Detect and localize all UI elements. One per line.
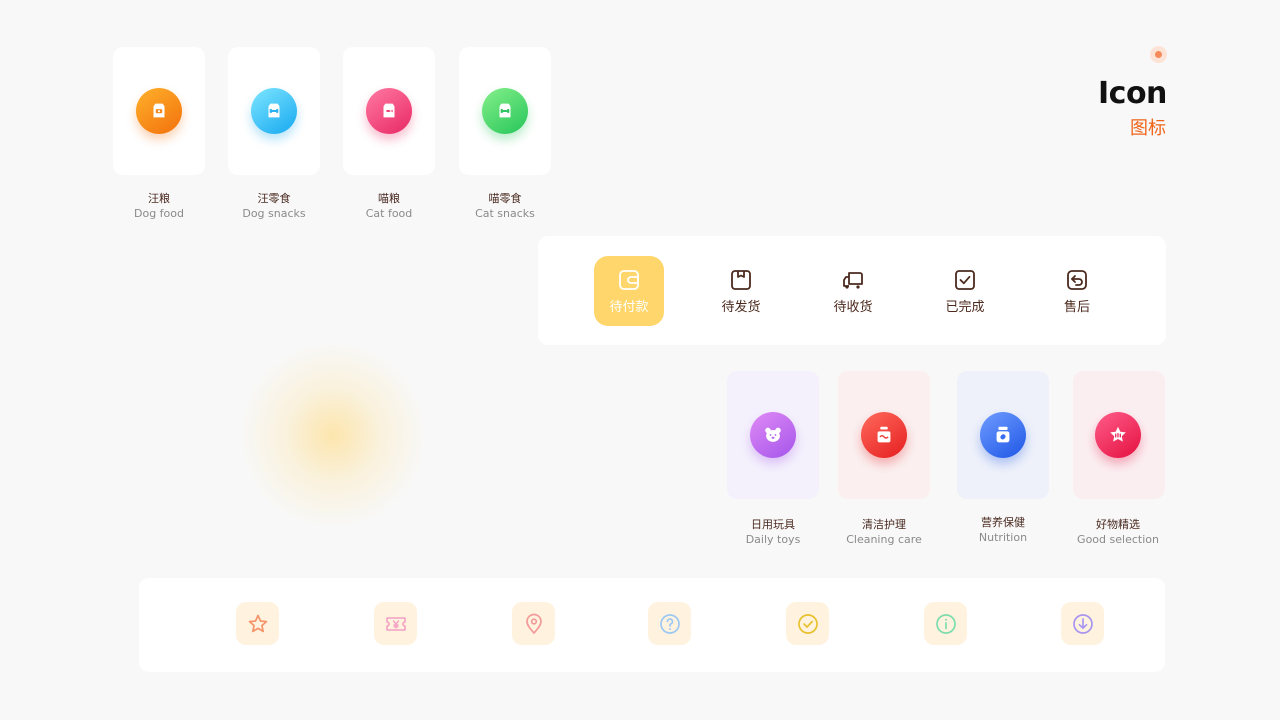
dog-food-bag-icon: [136, 88, 182, 134]
pet-card-cat-snacks[interactable]: [459, 47, 551, 175]
pet-card-sublabel: Cat food: [365, 207, 413, 220]
category-sublabel: Cleaning care: [846, 533, 922, 546]
star-icon[interactable]: [236, 602, 279, 645]
category-sublabel: Daily toys: [745, 533, 801, 546]
location-pin-icon[interactable]: [512, 602, 555, 645]
wallet-icon: [619, 269, 639, 290]
check-circle-icon[interactable]: [786, 602, 829, 645]
category-card-nutrition[interactable]: [957, 371, 1049, 499]
pet-card-cat-food[interactable]: [343, 47, 435, 175]
pet-card-label: 喵零食: [488, 192, 522, 205]
order-status-label: 待收货: [833, 299, 873, 315]
star-badge-icon: [1095, 412, 1141, 458]
category-card-cleaning-care[interactable]: [838, 371, 930, 499]
category-label: 清洁护理: [862, 518, 906, 531]
order-status-label: 售后: [1063, 299, 1090, 315]
dog-snack-bag-icon: [251, 88, 297, 134]
decor-dot: [1150, 46, 1167, 63]
order-status-to-ship[interactable]: 待发货: [706, 256, 776, 326]
pet-card-label: 汪零食: [257, 192, 291, 205]
check-square-icon: [955, 269, 975, 290]
order-status-to-receive[interactable]: 待收货: [818, 256, 888, 326]
decorative-glow: [238, 340, 428, 530]
cat-snack-bag-icon: [482, 88, 528, 134]
page-subtitle: 图标: [1130, 118, 1166, 139]
bear-face-icon: [750, 412, 796, 458]
category-sublabel: Good selection: [1077, 533, 1159, 546]
order-status-label: 待付款: [609, 299, 649, 315]
cat-food-bag-icon: [366, 88, 412, 134]
pet-card-dog-food[interactable]: [113, 47, 205, 175]
category-card-daily-toys[interactable]: [727, 371, 819, 499]
package-icon: [731, 269, 751, 290]
pet-card-sublabel: Cat snacks: [475, 207, 535, 220]
download-icon[interactable]: [1061, 602, 1104, 645]
truck-icon: [843, 271, 863, 289]
order-status-panel: 待付款 待发货 待收货 已完成 售后: [538, 236, 1166, 345]
supplement-jar-icon: [980, 412, 1026, 458]
pet-card-sublabel: Dog food: [134, 207, 184, 220]
category-label: 营养保健: [981, 516, 1025, 529]
pet-card-label: 汪粮: [148, 192, 170, 205]
pet-card-dog-snacks[interactable]: [228, 47, 320, 175]
category-label: 日用玩具: [751, 518, 795, 531]
order-status-after-sales[interactable]: 售后: [1042, 256, 1112, 326]
help-icon[interactable]: [648, 602, 691, 645]
coupon-icon[interactable]: [374, 602, 417, 645]
pet-card-label: 喵粮: [378, 192, 400, 205]
category-sublabel: Nutrition: [978, 531, 1028, 544]
category-label: 好物精选: [1096, 518, 1140, 531]
info-icon[interactable]: [924, 602, 967, 645]
cleaning-bottle-icon: [861, 412, 907, 458]
pet-card-sublabel: Dog snacks: [242, 207, 306, 220]
category-card-good-selection[interactable]: [1073, 371, 1165, 499]
order-status-label: 已完成: [945, 299, 985, 315]
order-status-completed[interactable]: 已完成: [930, 256, 1000, 326]
page-title: Icon: [1098, 76, 1167, 111]
return-icon: [1067, 269, 1087, 290]
tool-icons-panel: [139, 578, 1165, 672]
order-status-pending-payment[interactable]: 待付款: [594, 256, 664, 326]
order-status-label: 待发货: [721, 299, 761, 315]
